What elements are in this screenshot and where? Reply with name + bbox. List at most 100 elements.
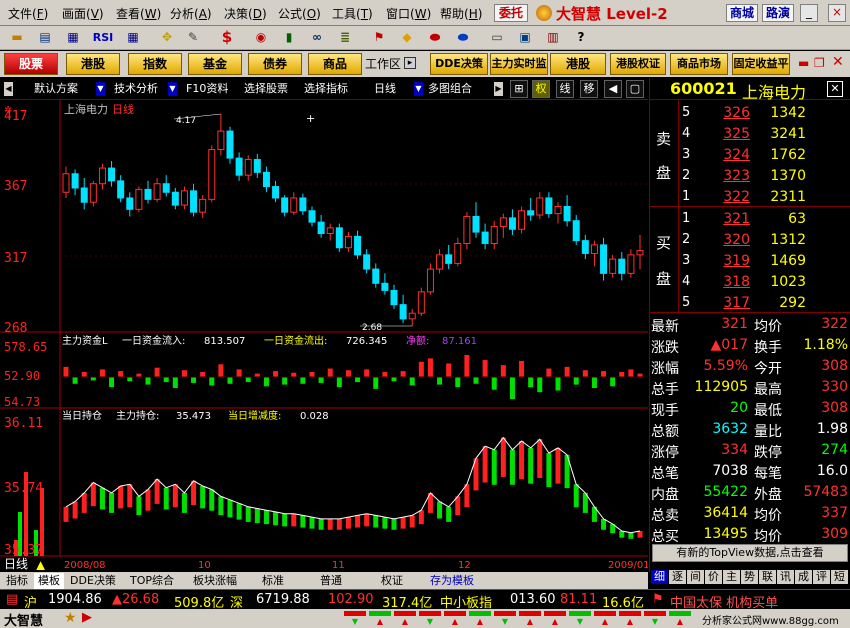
nav-fixed-income[interactable]: 固定收益平 xyxy=(732,53,790,75)
period-dropdown[interactable]: 日线 xyxy=(374,80,396,98)
tab-indicator[interactable]: 指标 xyxy=(2,573,32,589)
pencil-icon[interactable]: ✎ xyxy=(182,28,204,47)
ask-row[interactable]: 5 326 1342 xyxy=(650,102,850,123)
menu-window[interactable]: 窗口(W) xyxy=(386,5,431,22)
ask-row[interactable]: 3 324 1762 xyxy=(650,144,850,165)
bid-row[interactable]: 5 317 292 xyxy=(650,292,850,313)
chart-icon[interactable]: ▤ xyxy=(34,28,56,47)
arrow-icon[interactable]: ▶ xyxy=(82,610,92,625)
move-toggle[interactable]: 移 xyxy=(580,80,598,98)
nav-bond[interactable]: 债券 xyxy=(248,53,302,75)
quote-tab[interactable]: 短 xyxy=(831,570,848,584)
roadshow-button[interactable]: 路演 xyxy=(762,4,794,22)
dollar-icon[interactable]: $ xyxy=(216,28,238,47)
tab-save-template[interactable]: 存为模板 xyxy=(422,573,482,589)
crosshair-toggle-icon[interactable]: ⊞ xyxy=(510,80,528,98)
tech-analysis-dropdown[interactable]: 技术分析 xyxy=(114,80,158,98)
nav-restore-icon[interactable]: ❐ xyxy=(814,56,825,70)
quote-tab[interactable]: 讯 xyxy=(777,570,794,584)
binoculars-icon[interactable]: ∞ xyxy=(306,28,328,47)
period-dropdown-icon[interactable]: ▼ xyxy=(414,82,423,96)
topview-button[interactable]: 有新的TopView数据,点击查看 xyxy=(652,544,848,562)
glasses-icon[interactable]: ◉ xyxy=(250,28,272,47)
tech-dropdown-icon[interactable]: ▼ xyxy=(168,82,177,96)
nav-main-realtime[interactable]: 主力实时监 xyxy=(490,53,548,75)
nav-fund[interactable]: 基金 xyxy=(188,53,242,75)
menu-help[interactable]: 帮助(H) xyxy=(440,5,482,22)
tab-dde[interactable]: DDE决策 xyxy=(66,573,120,589)
quote-tab[interactable]: 间 xyxy=(687,570,704,584)
diamond-icon[interactable]: ◆ xyxy=(396,28,418,47)
bid-row[interactable]: 3 319 1469 xyxy=(650,250,850,271)
flag-icon[interactable]: ⚑ xyxy=(368,28,390,47)
multi-chart-button[interactable]: 多图组合 xyxy=(428,80,472,98)
quote-tab[interactable]: 联 xyxy=(759,570,776,584)
nav-minimize-icon[interactable]: ▬ xyxy=(798,56,809,70)
preset-dropdown-icon[interactable]: ▼ xyxy=(96,82,105,96)
workspace-label[interactable]: 工作区 xyxy=(364,54,402,74)
pick-index-button[interactable]: 选择指标 xyxy=(304,80,348,98)
quote-tab[interactable]: 评 xyxy=(813,570,830,584)
chart-area[interactable]: 417 367 317 268 578.65 52.90 54.73 36.11… xyxy=(0,100,650,572)
monitor-icon[interactable]: ▣ xyxy=(514,28,536,47)
quote-tab[interactable]: 主 xyxy=(723,570,740,584)
note-icon[interactable]: ▭ xyxy=(486,28,508,47)
mall-button[interactable]: 商城 xyxy=(726,4,758,22)
layers-icon[interactable]: ≣ xyxy=(334,28,356,47)
tab-standard[interactable]: 标准 xyxy=(248,573,298,589)
menu-tools[interactable]: 工具(T) xyxy=(332,5,373,22)
coin-icon[interactable]: ⬬ xyxy=(452,28,474,47)
nav-hk-2[interactable]: 港股 xyxy=(550,53,606,75)
rsi-icon[interactable]: RSI xyxy=(90,28,116,47)
nav-dde[interactable]: DDE决策 xyxy=(430,53,488,75)
ask-row[interactable]: 2 323 1370 xyxy=(650,165,850,186)
menu-formula[interactable]: 公式(O) xyxy=(278,5,321,22)
menu-analysis[interactable]: 分析(A) xyxy=(170,5,212,22)
pick-stock-button[interactable]: 选择股票 xyxy=(244,80,288,98)
scroll-right-icon[interactable]: ▶ xyxy=(494,82,503,96)
table-icon[interactable]: ▦ xyxy=(62,28,84,47)
entrust-button[interactable]: 委托 xyxy=(494,4,528,22)
nav-index[interactable]: 指数 xyxy=(128,53,182,75)
tab-sector[interactable]: 板块涨幅 xyxy=(184,573,246,589)
crosshair-icon[interactable]: ✥ xyxy=(156,28,178,47)
tab-warrant[interactable]: 权证 xyxy=(364,573,420,589)
ask-row[interactable]: 4 325 3241 xyxy=(650,123,850,144)
prev-icon[interactable]: ◀ xyxy=(604,80,622,98)
kline-chart-svg[interactable]: 417 367 317 268 578.65 52.90 54.73 36.11… xyxy=(0,100,650,572)
books-icon[interactable]: ▥ xyxy=(542,28,564,47)
nav-hk[interactable]: 港股 xyxy=(66,53,120,75)
tab-normal[interactable]: 普通 xyxy=(300,573,362,589)
nav-commodity[interactable]: 商品 xyxy=(308,53,362,75)
rights-toggle[interactable]: 权 xyxy=(532,80,550,98)
bid-row[interactable]: 2 320 1312 xyxy=(650,229,850,250)
tab-template[interactable]: 模板 xyxy=(34,573,64,589)
panel-close-icon[interactable]: ✕ xyxy=(827,81,843,97)
nav-hk-warrant[interactable]: 港股权证 xyxy=(610,53,666,75)
menu-file[interactable]: 文件(F) xyxy=(8,5,48,22)
quote-tab[interactable]: 成 xyxy=(795,570,812,584)
help-icon[interactable]: ? xyxy=(570,28,592,47)
star-icon[interactable]: ★ xyxy=(64,610,77,626)
close-button[interactable]: × xyxy=(828,4,846,22)
bar-icon[interactable]: ▮ xyxy=(278,28,300,47)
pill-icon[interactable]: ⬬ xyxy=(424,28,446,47)
ask-row[interactable]: 1 322 2311 xyxy=(650,186,850,207)
workspace-arrow-icon[interactable]: ▸ xyxy=(404,57,416,69)
folder-icon[interactable]: ▬ xyxy=(6,28,28,47)
quote-tab[interactable]: 势 xyxy=(741,570,758,584)
gear-icon[interactable]: ✲ xyxy=(4,105,12,116)
bid-row[interactable]: 4 318 1023 xyxy=(650,271,850,292)
nav-close-icon[interactable]: ✕ xyxy=(832,54,844,70)
scroll-left-icon[interactable]: ◀ xyxy=(4,82,13,96)
nav-stock[interactable]: 股票 xyxy=(4,53,58,75)
menu-view[interactable]: 画面(V) xyxy=(62,5,104,22)
grid-icon[interactable]: ▦ xyxy=(122,28,144,47)
bid-row[interactable]: 1 321 63 xyxy=(650,208,850,229)
quote-tab[interactable]: 逐 xyxy=(669,570,686,584)
nav-commodity-market[interactable]: 商品市场 xyxy=(670,53,728,75)
menu-decision[interactable]: 决策(D) xyxy=(224,5,267,22)
preset-dropdown[interactable]: 默认方案 xyxy=(34,80,78,98)
f10-button[interactable]: F10资料 xyxy=(186,80,228,98)
line-toggle[interactable]: 线 xyxy=(556,80,574,98)
